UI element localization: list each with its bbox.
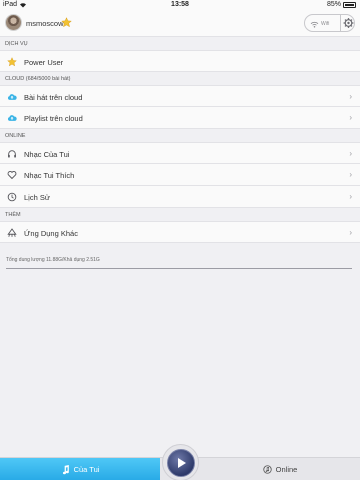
network-label: Wifi <box>321 21 330 27</box>
chevron-right-icon: › <box>349 149 352 158</box>
menu-item-label: Bài hát trên cloud <box>24 93 83 102</box>
avatar[interactable] <box>5 14 22 31</box>
battery-percent: 85% <box>326 1 341 8</box>
tab-label: Online <box>275 465 298 474</box>
menu-item-label: Playlist trên cloud <box>24 114 83 123</box>
status-time: 13:58 <box>171 1 189 8</box>
menu-item-label: Nhạc Tui Thích <box>24 171 75 180</box>
online-music-icon <box>262 465 272 474</box>
tab-label: Của Tui <box>73 465 100 474</box>
storage-bar <box>6 268 352 269</box>
menu-item-power-user[interactable]: Power User <box>0 50 360 72</box>
chevron-right-icon: › <box>349 192 352 201</box>
menu-item-cloud-playlists[interactable]: Playlist trên cloud › <box>0 107 360 129</box>
headphones-icon <box>8 150 16 158</box>
menu-item-label: Power User <box>24 58 64 67</box>
divider <box>340 15 341 31</box>
now-playing-button[interactable] <box>167 449 195 477</box>
section-header-dich-vu: DỊCH VỤ <box>5 41 28 47</box>
music-note-icon <box>62 464 69 474</box>
vip-star-icon <box>61 17 72 28</box>
menu-item-history[interactable]: Lịch Sử › <box>0 186 360 208</box>
gear-icon[interactable] <box>343 17 354 29</box>
section-header-them: THÊM <box>5 212 21 218</box>
play-icon <box>177 458 186 468</box>
section-header-cloud: CLOUD (684/5000 bài hát) <box>5 76 71 82</box>
status-right: 85% <box>327 1 356 8</box>
chevron-right-icon: › <box>349 228 352 237</box>
menu-item-other-apps[interactable]: Ứng Dụng Khác › <box>0 221 360 243</box>
network-toggle[interactable]: Wifi <box>310 18 338 30</box>
menu-item-label: Lịch Sử <box>24 193 50 202</box>
menu-item-my-music[interactable]: Nhạc Của Tui › <box>0 142 360 164</box>
now-playing-wrapper <box>162 444 199 480</box>
tab-my-music[interactable]: Của Tui <box>0 458 160 480</box>
section-header-online: ONLINE <box>5 133 26 139</box>
battery-icon <box>343 1 356 8</box>
menu-content: DỊCH VỤ Power User CLOUD (684/5000 bài h… <box>0 37 360 269</box>
cloud-icon <box>7 94 17 100</box>
chevron-right-icon: › <box>349 170 352 179</box>
menu-item-label: Nhạc Của Tui <box>24 150 70 159</box>
menu-item-cloud-songs[interactable]: Bài hát trên cloud › <box>0 85 360 107</box>
header: msmoscow Wifi <box>0 10 360 37</box>
clock-icon <box>7 192 17 202</box>
chevron-right-icon: › <box>349 92 352 101</box>
username[interactable]: msmoscow <box>26 19 64 28</box>
chevron-right-icon: › <box>349 113 352 122</box>
cloud-icon <box>7 115 17 121</box>
heart-icon <box>7 171 17 180</box>
wifi-icon <box>310 21 319 28</box>
apps-icon <box>7 228 17 237</box>
tab-online[interactable]: Online <box>200 458 360 480</box>
menu-item-favorites[interactable]: Nhạc Tui Thích › <box>0 164 360 186</box>
vip-star-icon <box>7 57 17 67</box>
status-bar: iPad 13:58 85% <box>0 0 360 10</box>
header-controls: Wifi <box>304 14 355 32</box>
menu-item-label: Ứng Dụng Khác <box>24 229 78 238</box>
storage-info: Tổng dung lượng 11.88G/Khả dụng 2.51G <box>6 257 100 263</box>
